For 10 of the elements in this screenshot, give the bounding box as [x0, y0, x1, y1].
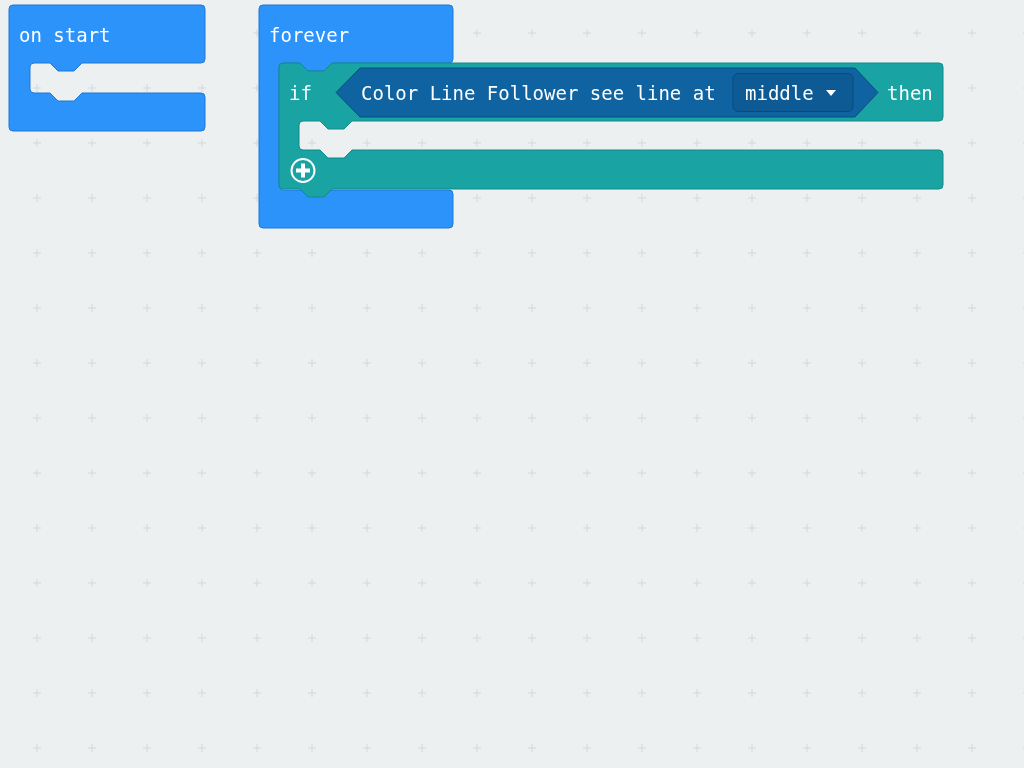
- block-label: on start: [19, 24, 111, 46]
- block-label: forever: [269, 24, 350, 46]
- condition-label: Color Line Follower see line at: [361, 82, 716, 104]
- block-label: then: [887, 82, 933, 104]
- caret-down-icon: [826, 90, 836, 96]
- block-label: if: [289, 82, 312, 104]
- on-start-block[interactable]: [8, 4, 206, 132]
- plus-icon[interactable]: [290, 158, 316, 183]
- position-dropdown[interactable]: [732, 73, 854, 112]
- dropdown-value: middle: [745, 82, 814, 104]
